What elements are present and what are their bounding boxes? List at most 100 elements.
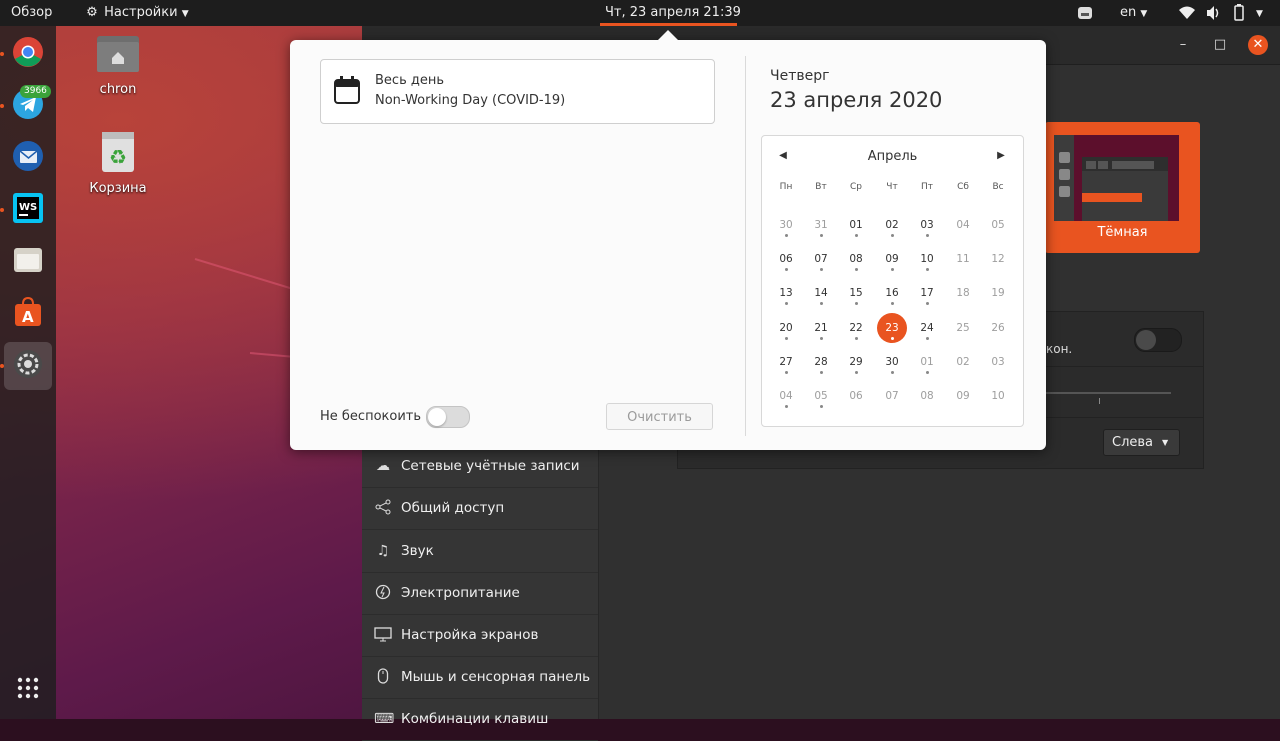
month-calendar: ◀ Апрель ▶ Пн Вт Ср Чт Пт Сб Вс 30 31 01 02 03 04 05… [761, 135, 1024, 427]
calendar-day[interactable]: 15 [839, 278, 873, 308]
day-number: 01 [849, 219, 863, 231]
day-number: 04 [956, 219, 970, 231]
calendar-day[interactable]: 02 [946, 347, 980, 377]
activities-button[interactable]: Обзор [11, 0, 52, 26]
home-folder-icon [96, 36, 140, 78]
theme-option-dark[interactable]: Тёмная [1045, 122, 1200, 253]
trash-icon: ♻ [100, 132, 136, 177]
webstorm-launcher[interactable]: WS [4, 186, 52, 234]
event-dot [785, 268, 788, 271]
desktop-icon-home[interactable]: chron [88, 34, 148, 97]
day-number: 15 [849, 287, 863, 299]
language-indicator[interactable]: en ▼ [1120, 0, 1147, 26]
calendar-day[interactable]: 30 [875, 347, 909, 377]
files-launcher[interactable] [4, 238, 52, 286]
current-date: 23 апреля 2020 [770, 88, 943, 112]
system-indicator-icon[interactable] [1077, 0, 1093, 26]
calendar-day[interactable]: 05 [981, 210, 1015, 240]
calendar-day[interactable]: 03 [981, 347, 1015, 377]
calendar-day[interactable]: 31 [804, 210, 838, 240]
calendar-day[interactable]: 14 [804, 278, 838, 308]
day-number: 11 [956, 253, 970, 265]
calendar-day[interactable]: 09 [946, 381, 980, 411]
clear-button[interactable]: Очистить [606, 403, 713, 430]
calendar-day[interactable]: 25 [946, 313, 980, 343]
event-dot [785, 234, 788, 237]
telegram-launcher[interactable]: 3966 [4, 82, 52, 130]
sidebar-item-mouse[interactable]: Мышь и сенсорная панель [362, 656, 598, 699]
maximize-button[interactable]: □ [1211, 36, 1229, 54]
event-item[interactable]: Весь день Non-Working Day (COVID-19) [320, 59, 715, 124]
system-menu[interactable]: ▼ [1256, 0, 1263, 26]
icon-size-slider[interactable] [1028, 384, 1171, 404]
top-bar: Обзор ⚙ Настройки ▼ Чт, 23 апреля 21:39 … [0, 0, 1280, 26]
sidebar-item-sound[interactable]: ♫ Звук [362, 530, 598, 573]
calendar-day[interactable]: 27 [769, 347, 803, 377]
calendar-day[interactable]: 05 [804, 381, 838, 411]
calendar-day[interactable]: 10 [910, 244, 944, 274]
sidebar-item-online-accounts[interactable]: ☁ Сетевые учётные записи [362, 445, 598, 488]
setting-toggle[interactable] [1134, 328, 1182, 352]
calendar-day[interactable]: 18 [946, 278, 980, 308]
sidebar-item-power[interactable]: Электропитание [362, 572, 598, 615]
minimize-button[interactable]: – [1174, 36, 1192, 54]
calendar-day[interactable]: 26 [981, 313, 1015, 343]
calendar-day[interactable]: 02 [875, 210, 909, 240]
calendar-day-today[interactable]: 23 [875, 313, 909, 343]
calendar-day[interactable]: 29 [839, 347, 873, 377]
app-menu[interactable]: ⚙ Настройки ▼ [84, 0, 188, 26]
calendar-day[interactable]: 06 [769, 244, 803, 274]
battery-icon[interactable] [1233, 0, 1245, 26]
theme-label: Тёмная [1097, 225, 1148, 240]
calendar-day[interactable]: 30 [769, 210, 803, 240]
calendar-day[interactable]: 20 [769, 313, 803, 343]
calendar-day[interactable]: 19 [981, 278, 1015, 308]
sidebar-item-keyboard-shortcuts[interactable]: ⌨ Комбинации клавиш [362, 698, 598, 741]
desktop-icon-trash[interactable]: ♻ Корзина [88, 131, 148, 196]
calendar-day[interactable]: 06 [839, 381, 873, 411]
calendar-day[interactable]: 07 [875, 381, 909, 411]
calendar-day[interactable]: 10 [981, 381, 1015, 411]
settings-launcher[interactable] [4, 342, 52, 390]
calendar-day[interactable]: 22 [839, 313, 873, 343]
dock-position-dropdown[interactable]: Слева ▼ [1103, 429, 1180, 456]
calendar-day[interactable]: 04 [946, 210, 980, 240]
sidebar-item-sharing[interactable]: Общий доступ [362, 487, 598, 530]
clock-active-indicator [600, 23, 737, 26]
calendar-day[interactable]: 08 [910, 381, 944, 411]
webstorm-icon: WS [12, 192, 44, 228]
calendar-day[interactable]: 04 [769, 381, 803, 411]
do-not-disturb-toggle[interactable] [426, 406, 470, 428]
event-dot [926, 302, 929, 305]
software-launcher[interactable]: A [4, 290, 52, 338]
show-applications-button[interactable] [4, 666, 52, 714]
thunderbird-launcher[interactable] [4, 134, 52, 182]
calendar-day[interactable]: 12 [981, 244, 1015, 274]
calendar-day[interactable]: 01 [839, 210, 873, 240]
calendar-day[interactable]: 21 [804, 313, 838, 343]
setting-description: кон. [1046, 342, 1073, 356]
calendar-day[interactable]: 01 [910, 347, 944, 377]
event-dot [926, 268, 929, 271]
language-label: en [1120, 5, 1137, 20]
sidebar-item-label: Сетевые учётные записи [401, 458, 580, 474]
calendar-day[interactable]: 07 [804, 244, 838, 274]
calendar-day[interactable]: 17 [910, 278, 944, 308]
calendar-day[interactable]: 11 [946, 244, 980, 274]
calendar-day[interactable]: 24 [910, 313, 944, 343]
calendar-day[interactable]: 08 [839, 244, 873, 274]
calendar-day[interactable]: 28 [804, 347, 838, 377]
chevron-down-icon: ▼ [1256, 9, 1263, 19]
close-button[interactable]: ✕ [1248, 35, 1268, 55]
calendar-day[interactable]: 16 [875, 278, 909, 308]
day-number: 06 [779, 253, 793, 265]
calendar-day[interactable]: 03 [910, 210, 944, 240]
calendar-day[interactable]: 09 [875, 244, 909, 274]
wifi-icon[interactable] [1178, 0, 1196, 26]
volume-icon[interactable] [1205, 0, 1221, 26]
next-month-button[interactable]: ▶ [994, 148, 1008, 164]
sidebar-item-displays[interactable]: Настройка экранов [362, 614, 598, 657]
calendar-day[interactable]: 13 [769, 278, 803, 308]
desktop-icon-label: Корзина [89, 181, 147, 196]
chrome-launcher[interactable] [4, 30, 52, 78]
